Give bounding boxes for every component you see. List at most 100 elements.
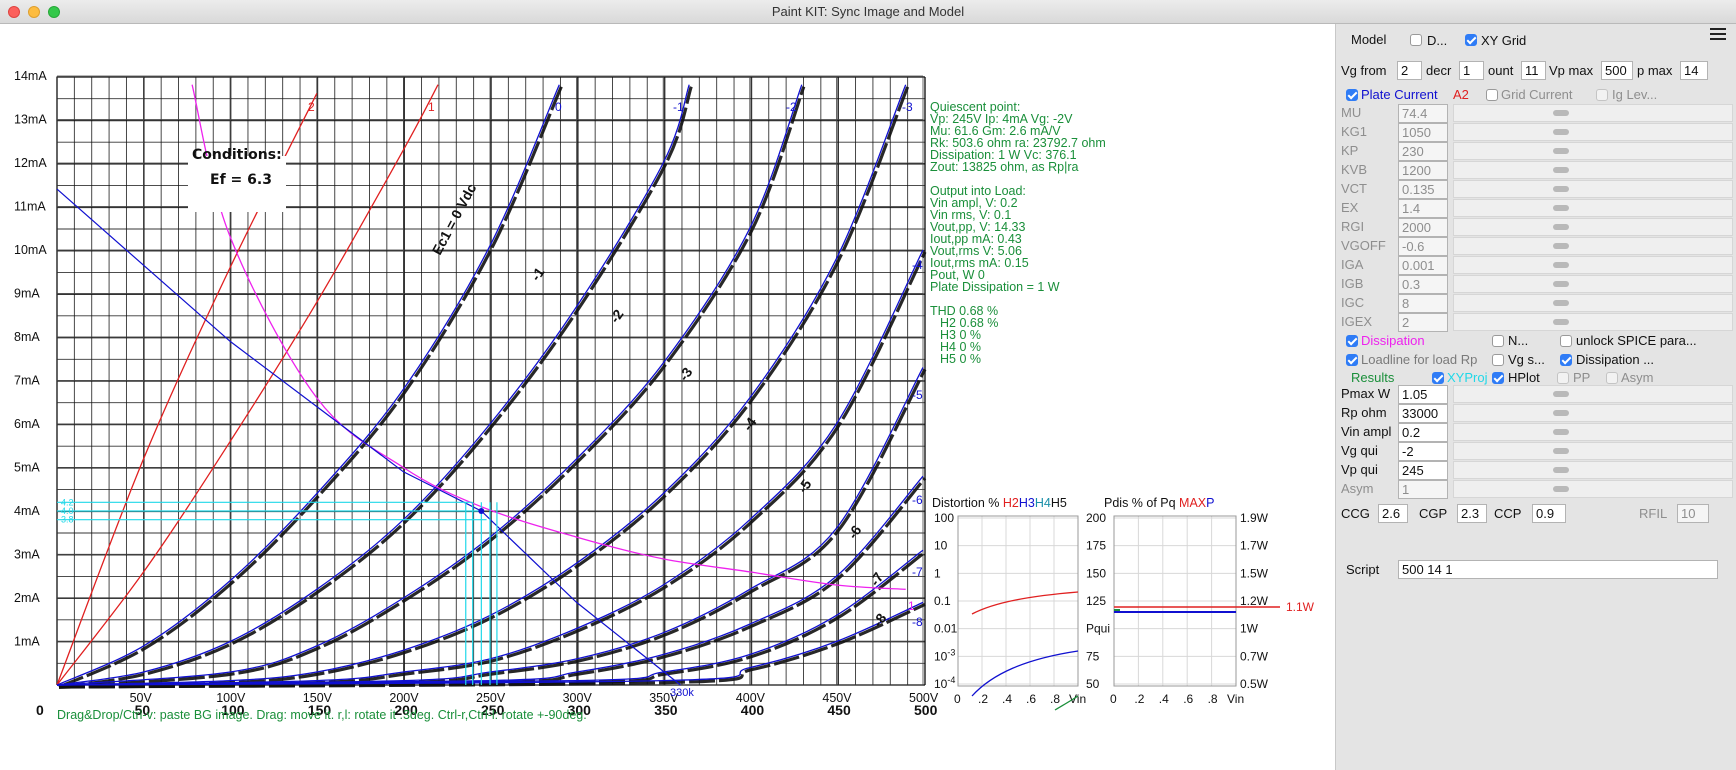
xyproj-label: XYProj xyxy=(1447,370,1488,385)
hplot-checkbox[interactable] xyxy=(1492,372,1504,384)
plate-current-checkbox[interactable] xyxy=(1346,89,1358,101)
slider-knob[interactable] xyxy=(1553,391,1569,397)
param-input[interactable]: 8 xyxy=(1398,294,1448,313)
vp-max-input[interactable]: 500 xyxy=(1601,61,1633,80)
y-tick-label: 5mA xyxy=(14,461,40,475)
cgp-input[interactable]: 2.3 xyxy=(1457,504,1487,523)
scan-label-ec: Ec1 = 0 Vdc xyxy=(429,181,480,258)
param-input[interactable]: 230 xyxy=(1398,142,1448,161)
slider-knob[interactable] xyxy=(1553,110,1569,116)
param-input[interactable]: 33000 xyxy=(1398,404,1448,423)
slider-knob[interactable] xyxy=(1553,429,1569,435)
xy-grid-checkbox[interactable] xyxy=(1465,34,1477,46)
ccg-input[interactable]: 2.6 xyxy=(1378,504,1408,523)
param-slider[interactable] xyxy=(1453,256,1733,274)
vg-s-checkbox[interactable] xyxy=(1492,354,1504,366)
unlock-spice-checkbox[interactable] xyxy=(1560,335,1572,347)
menu-icon[interactable] xyxy=(1710,28,1726,42)
pdis-y-tick-left: 175 xyxy=(1086,539,1106,553)
slider-knob[interactable] xyxy=(1553,224,1569,230)
param-slider[interactable] xyxy=(1453,180,1733,198)
count-input[interactable]: 11 xyxy=(1521,61,1546,80)
slider-knob[interactable] xyxy=(1553,410,1569,416)
param-slider[interactable] xyxy=(1453,404,1733,422)
param-input[interactable]: 1050 xyxy=(1398,123,1448,142)
ig-lev-checkbox[interactable] xyxy=(1596,89,1608,101)
param-input[interactable]: 2 xyxy=(1398,313,1448,332)
script-input[interactable]: 500 14 1 xyxy=(1398,560,1718,579)
slider-knob[interactable] xyxy=(1553,319,1569,325)
tube-plot-canvas[interactable]: 14mA13mA12mA11mA10mA9mA8mA7mA6mA5mA4mA3m… xyxy=(0,24,1335,770)
slider-knob[interactable] xyxy=(1553,486,1569,492)
unlock-spice-label: unlock SPICE para... xyxy=(1576,333,1697,348)
curve-label: -5 xyxy=(912,388,923,402)
param-slider[interactable] xyxy=(1453,199,1733,217)
dissipation-label: Dissipation xyxy=(1361,333,1425,348)
slider-knob[interactable] xyxy=(1553,467,1569,473)
param-input[interactable]: 0.2 xyxy=(1398,423,1448,442)
slider-knob[interactable] xyxy=(1553,186,1569,192)
slider-knob[interactable] xyxy=(1553,262,1569,268)
plate-curve--1 xyxy=(56,84,690,686)
param-input[interactable]: -2 xyxy=(1398,442,1448,461)
dist-h2-line xyxy=(971,591,1079,615)
cgp-label: CGP xyxy=(1419,506,1448,521)
slider-knob[interactable] xyxy=(1553,148,1569,154)
y-tick-label: 2mA xyxy=(14,591,40,605)
param-slider[interactable] xyxy=(1453,442,1733,460)
param-input[interactable]: 1200 xyxy=(1398,161,1448,180)
d-checkbox[interactable] xyxy=(1410,34,1422,46)
param-input[interactable]: 1.05 xyxy=(1398,385,1448,404)
pdis-y-tick-right: 1.7W xyxy=(1240,539,1269,553)
pdis-max-label: MAX xyxy=(1179,496,1207,510)
param-slider[interactable] xyxy=(1453,123,1733,141)
param-slider[interactable] xyxy=(1453,294,1733,312)
grid-current-checkbox[interactable] xyxy=(1486,89,1498,101)
rfil-input[interactable]: 10 xyxy=(1677,504,1709,523)
slider-knob[interactable] xyxy=(1553,243,1569,249)
pdis-y-tick-right: 1.5W xyxy=(1240,566,1269,580)
xyproj-checkbox[interactable] xyxy=(1432,372,1444,384)
curve-label: -7 xyxy=(912,565,923,579)
slider-knob[interactable] xyxy=(1553,167,1569,173)
param-slider[interactable] xyxy=(1453,161,1733,179)
pdis-y-tick-left: 150 xyxy=(1086,566,1106,580)
param-slider[interactable] xyxy=(1453,313,1733,331)
param-slider[interactable] xyxy=(1453,142,1733,160)
pdis-y-tick-right: 0.5W xyxy=(1240,677,1269,691)
dissipation-checkbox[interactable] xyxy=(1346,335,1358,347)
decr-input[interactable]: 1 xyxy=(1459,61,1484,80)
param-slider[interactable] xyxy=(1453,461,1733,479)
param-input[interactable]: 0.3 xyxy=(1398,275,1448,294)
slider-knob[interactable] xyxy=(1553,448,1569,454)
loadline-checkbox[interactable] xyxy=(1346,354,1358,366)
pp-checkbox[interactable] xyxy=(1557,372,1569,384)
param-input[interactable]: 74.4 xyxy=(1398,104,1448,123)
param-slider[interactable] xyxy=(1453,480,1733,498)
param-input[interactable]: 0.135 xyxy=(1398,180,1448,199)
slider-knob[interactable] xyxy=(1553,205,1569,211)
param-slider[interactable] xyxy=(1453,104,1733,122)
vg-from-input[interactable]: 2 xyxy=(1397,61,1422,80)
param-slider[interactable] xyxy=(1453,385,1733,403)
ip-max-input[interactable]: 14 xyxy=(1680,61,1708,80)
asym-checkbox[interactable] xyxy=(1606,372,1618,384)
param-input[interactable]: 1 xyxy=(1398,480,1448,499)
y-tick-label: 1mA xyxy=(14,635,40,649)
slider-knob[interactable] xyxy=(1553,129,1569,135)
param-slider[interactable] xyxy=(1453,237,1733,255)
param-slider[interactable] xyxy=(1453,218,1733,236)
plot-labels: 14mA13mA12mA11mA10mA9mA8mA7mA6mA5mA4mA3m… xyxy=(14,69,939,718)
dissipation2-checkbox[interactable] xyxy=(1560,354,1572,366)
param-slider[interactable] xyxy=(1453,423,1733,441)
slider-knob[interactable] xyxy=(1553,281,1569,287)
param-input[interactable]: 245 xyxy=(1398,461,1448,480)
ccp-input[interactable]: 0.9 xyxy=(1532,504,1566,523)
param-input[interactable]: -0.6 xyxy=(1398,237,1448,256)
param-input[interactable]: 2000 xyxy=(1398,218,1448,237)
n-checkbox[interactable] xyxy=(1492,335,1504,347)
param-slider[interactable] xyxy=(1453,275,1733,293)
param-input[interactable]: 1.4 xyxy=(1398,199,1448,218)
slider-knob[interactable] xyxy=(1553,300,1569,306)
param-input[interactable]: 0.001 xyxy=(1398,256,1448,275)
